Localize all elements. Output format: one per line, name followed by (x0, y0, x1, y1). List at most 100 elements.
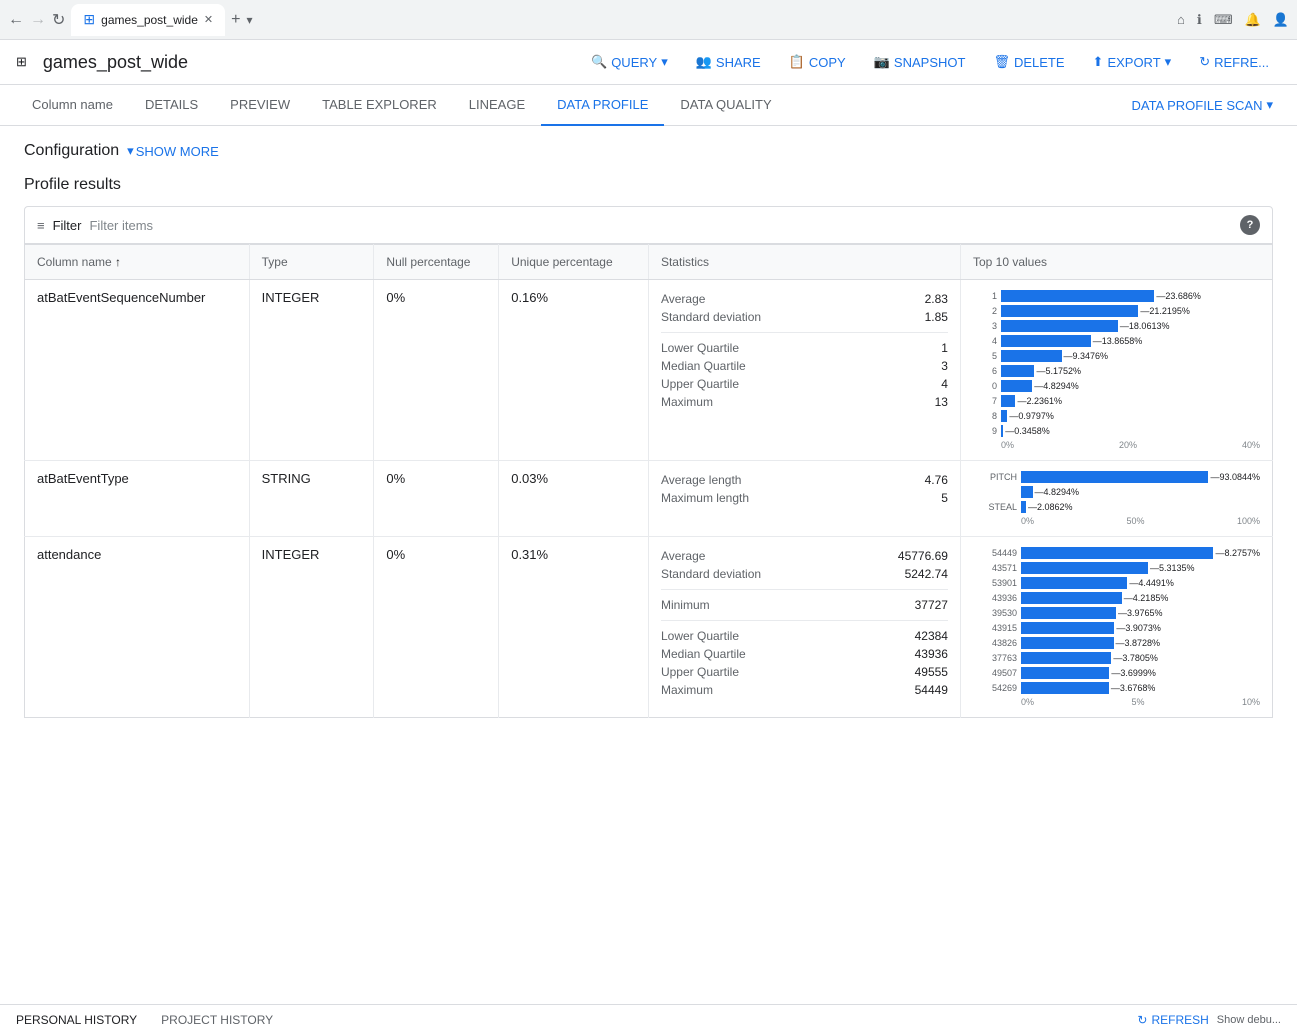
tab-details[interactable]: DETAILS (129, 85, 214, 126)
tab-dropdown-icon[interactable]: ▾ (246, 13, 252, 27)
stat-value: 1 (941, 341, 948, 355)
data-profile-scan-button[interactable]: DATA PROFILE SCAN ▾ (1123, 85, 1281, 125)
refresh-button[interactable]: ↻ REFRE... (1187, 48, 1281, 76)
col-header-null: Null percentage (374, 245, 499, 280)
browser-tab[interactable]: ⊞ games_post_wide ✕ (71, 4, 225, 36)
table-icon: ⊞ (16, 54, 27, 70)
cell-col-name: attendance (25, 537, 250, 718)
personal-history-tab[interactable]: PERSONAL HISTORY (16, 1013, 137, 1027)
bar-label: STEAL (973, 502, 1017, 512)
axis-label: 0% (1021, 516, 1034, 526)
show-debug-text[interactable]: Show debu... (1217, 1014, 1281, 1026)
bar-chart: 54449—8.2757%43571—5.3135%53901—4.4491%4… (973, 547, 1260, 707)
delete-icon: 🗑 (993, 54, 1010, 70)
bar-label: 49507 (973, 668, 1017, 678)
tab-title: games_post_wide (101, 13, 198, 27)
browser-forward[interactable]: → (30, 11, 46, 29)
chevron-down-icon: ▾ (127, 143, 134, 159)
bar-fill (1001, 350, 1062, 362)
stat-value: 5 (941, 491, 948, 505)
snapshot-button[interactable]: 📷 SNAPSHOT (862, 48, 978, 76)
query-dropdown-icon: ▾ (661, 54, 668, 70)
filter-placeholder[interactable]: Filter items (89, 218, 153, 233)
stat-row: Minimum 37727 (661, 596, 948, 614)
bar-label: 1 (973, 291, 997, 301)
bottom-refresh-button[interactable]: ↻ REFRESH (1137, 1013, 1208, 1027)
cell-stats: Average2.83Standard deviation1.85Lower Q… (648, 280, 960, 461)
bar-row: 2—21.2195% (973, 305, 1260, 317)
query-button[interactable]: 🔍 QUERY ▾ (579, 48, 680, 76)
stat-label: Minimum (661, 598, 710, 612)
browser-actions: ⌂ ℹ ⌨ 🔔 👤 (1177, 12, 1289, 28)
bar-label: 43571 (973, 563, 1017, 573)
info-icon[interactable]: ℹ (1197, 12, 1202, 28)
configuration-title[interactable]: Configuration ▾ SHOW MORE (24, 142, 1273, 160)
cell-col-name: atBatEventSequenceNumber (25, 280, 250, 461)
show-more-button[interactable]: ▾ SHOW MORE (127, 143, 219, 159)
browser-reload[interactable]: ↻ (52, 10, 65, 30)
bar-label: PITCH (973, 472, 1017, 482)
stat-row: Median Quartile3 (661, 357, 948, 375)
tab-data-profile[interactable]: DATA PROFILE (541, 85, 664, 126)
share-button[interactable]: 👥 SHARE (684, 48, 773, 76)
stat-row: Maximum13 (661, 393, 948, 411)
bar-chart: PITCH—93.0844%—4.8294%STEAL—2.0862%0%50%… (973, 471, 1260, 526)
help-button[interactable]: ? (1240, 215, 1260, 235)
bar-text: —3.9073% (1116, 623, 1161, 633)
bar-label: 8 (973, 411, 997, 421)
bar-label: 7 (973, 396, 997, 406)
bar-fill (1021, 622, 1114, 634)
bar-text: —0.9797% (1009, 411, 1054, 421)
stat-value: 4.76 (925, 473, 948, 487)
stat-label: Average (661, 549, 705, 563)
tab-lineage[interactable]: LINEAGE (453, 85, 541, 126)
cell-top-values: 1—23.686%2—21.2195%3—18.0613%4—13.8658%5… (960, 280, 1272, 461)
bar-row: 53901—4.4491% (973, 577, 1260, 589)
export-button[interactable]: ⬆ EXPORT ▾ (1081, 48, 1184, 76)
stat-value: 3 (941, 359, 948, 373)
browser-bar: ← → ↻ ⊞ games_post_wide ✕ + ▾ ⌂ ℹ ⌨ 🔔 👤 (0, 0, 1297, 40)
copy-button[interactable]: 📋 COPY (777, 48, 858, 76)
bar-fill (1021, 562, 1148, 574)
bar-text: —13.8658% (1093, 336, 1143, 346)
home-icon[interactable]: ⌂ (1177, 12, 1185, 27)
main-toolbar: ⊞ games_post_wide 🔍 QUERY ▾ 👥 SHARE 📋 CO… (0, 40, 1297, 85)
axis-label: 0% (1021, 697, 1034, 707)
bar-label: 43826 (973, 638, 1017, 648)
stat-value: 13 (935, 395, 948, 409)
main-content: Configuration ▾ SHOW MORE Profile result… (0, 126, 1297, 734)
bar-row: 43915—3.9073% (973, 622, 1260, 634)
export-dropdown-icon: ▾ (1165, 54, 1172, 70)
stat-row: Upper Quartile4 (661, 375, 948, 393)
keyboard-icon[interactable]: ⌨ (1214, 12, 1233, 28)
bar-text: —2.2361% (1017, 396, 1062, 406)
axis-label: 20% (1119, 440, 1137, 450)
browser-back[interactable]: ← (8, 11, 24, 29)
bar-text: —0.3458% (1005, 426, 1050, 436)
stat-value: 37727 (915, 598, 948, 612)
new-tab-button[interactable]: + (231, 11, 240, 29)
bar-text: —3.8728% (1116, 638, 1161, 648)
bar-row: 7 —2.2361% (973, 395, 1260, 407)
tab-preview[interactable]: PREVIEW (214, 85, 306, 126)
profile-results-title: Profile results (24, 176, 1273, 194)
bar-text: —23.686% (1156, 291, 1201, 301)
bar-fill (1001, 320, 1118, 332)
tab-table-explorer[interactable]: TABLE EXPLORER (306, 85, 453, 126)
account-icon[interactable]: 👤 (1273, 12, 1289, 28)
col-header-top: Top 10 values (960, 245, 1272, 280)
tab-close-button[interactable]: ✕ (204, 13, 213, 26)
tab-data-quality[interactable]: DATA QUALITY (664, 85, 787, 126)
bar-label: 9 (973, 426, 997, 436)
sort-icon[interactable]: ↑ (115, 255, 121, 269)
bar-row: 43826 —3.8728% (973, 637, 1260, 649)
project-history-tab[interactable]: PROJECT HISTORY (161, 1013, 273, 1027)
bar-row: STEAL—2.0862% (973, 501, 1260, 513)
stat-row: Average45776.69 (661, 547, 948, 565)
bar-row: 54449—8.2757% (973, 547, 1260, 559)
bar-text: —8.2757% (1215, 548, 1260, 558)
delete-button[interactable]: 🗑 DELETE (981, 48, 1076, 76)
tab-schema[interactable]: Column name (16, 85, 129, 126)
bell-icon[interactable]: 🔔 (1245, 12, 1261, 28)
cell-col-type: STRING (249, 461, 374, 537)
